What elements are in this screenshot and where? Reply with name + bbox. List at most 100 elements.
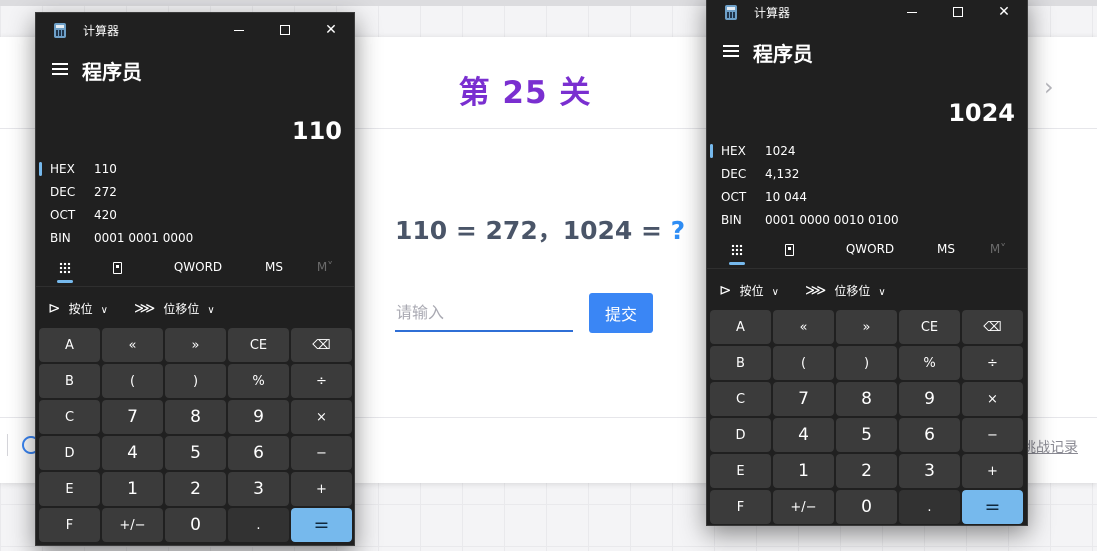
challenge-history-link[interactable]: 挑战记录	[1022, 437, 1078, 457]
radix-bin-row[interactable]: BIN 0001 0000 0010 0100	[707, 209, 1027, 232]
memory-list-button[interactable]: M˅	[310, 253, 340, 281]
key-add[interactable]: +	[962, 454, 1023, 488]
key-b[interactable]: B	[39, 364, 100, 398]
key-5[interactable]: 5	[165, 436, 226, 470]
key-open-paren[interactable]: (	[773, 346, 834, 380]
close-button[interactable]: ✕	[308, 13, 354, 47]
maximize-button[interactable]	[262, 13, 308, 47]
radix-hex-row[interactable]: HEX 110	[36, 158, 354, 181]
radix-value: 1024	[765, 144, 796, 158]
key-f[interactable]: F	[710, 490, 771, 524]
maximize-button[interactable]	[935, 0, 981, 29]
key-5[interactable]: 5	[836, 418, 897, 452]
key-9[interactable]: 9	[899, 382, 960, 416]
key-negate[interactable]: +/−	[773, 490, 834, 524]
key-subtract[interactable]: −	[962, 418, 1023, 452]
key-close-paren[interactable]: )	[165, 364, 226, 398]
answer-input[interactable]	[395, 294, 573, 332]
key-clear-entry[interactable]: CE	[228, 328, 289, 362]
key-d[interactable]: D	[710, 418, 771, 452]
key-divide[interactable]: ÷	[291, 364, 352, 398]
bit-shift-icon: ⋙	[805, 281, 827, 299]
key-backspace[interactable]: ⌫	[291, 328, 352, 362]
word-size-button[interactable]: QWORD	[168, 253, 228, 281]
radix-hex-row[interactable]: HEX 1024	[707, 140, 1027, 163]
next-level-chevron-icon[interactable]: ›	[1044, 75, 1064, 99]
key-c[interactable]: C	[39, 400, 100, 434]
key-a[interactable]: A	[710, 310, 771, 344]
tab-full-keypad[interactable]	[722, 235, 752, 265]
minimize-button[interactable]	[216, 13, 262, 47]
memory-list-button[interactable]: M˅	[983, 235, 1013, 263]
radix-label: HEX	[50, 162, 75, 176]
bitshift-dropdown[interactable]: ⋙ 位移位 ∨	[134, 293, 215, 323]
key-7[interactable]: 7	[102, 400, 163, 434]
title-bar[interactable]: 计算器 ✕	[36, 13, 354, 47]
radix-oct-row[interactable]: OCT 10 044	[707, 186, 1027, 209]
tab-bit-toggling[interactable]	[774, 235, 804, 263]
key-clear-entry[interactable]: CE	[899, 310, 960, 344]
key-d[interactable]: D	[39, 436, 100, 470]
key-f[interactable]: F	[39, 508, 100, 542]
key-shift-right[interactable]: »	[165, 328, 226, 362]
key-0[interactable]: 0	[836, 490, 897, 524]
key-3[interactable]: 3	[899, 454, 960, 488]
key-close-paren[interactable]: )	[836, 346, 897, 380]
word-size-button[interactable]: QWORD	[840, 235, 900, 263]
key-2[interactable]: 2	[165, 472, 226, 506]
key-add[interactable]: +	[291, 472, 352, 506]
key-a[interactable]: A	[39, 328, 100, 362]
radix-dec-row[interactable]: DEC 272	[36, 181, 354, 204]
key-4[interactable]: 4	[102, 436, 163, 470]
memory-store-button[interactable]: MS	[928, 235, 964, 263]
memory-store-button[interactable]: MS	[256, 253, 292, 281]
key-2[interactable]: 2	[836, 454, 897, 488]
key-3[interactable]: 3	[228, 472, 289, 506]
key-divide[interactable]: ÷	[962, 346, 1023, 380]
divider	[707, 268, 1027, 269]
bitshift-dropdown[interactable]: ⋙ 位移位 ∨	[805, 275, 886, 305]
key-c[interactable]: C	[710, 382, 771, 416]
key-backspace[interactable]: ⌫	[962, 310, 1023, 344]
key-6[interactable]: 6	[228, 436, 289, 470]
close-button[interactable]: ✕	[981, 0, 1027, 29]
key-9[interactable]: 9	[228, 400, 289, 434]
key-6[interactable]: 6	[899, 418, 960, 452]
key-8[interactable]: 8	[165, 400, 226, 434]
key-1[interactable]: 1	[773, 454, 834, 488]
key-equals[interactable]: =	[291, 508, 352, 542]
hamburger-menu-icon[interactable]	[52, 63, 68, 76]
key-shift-right[interactable]: »	[836, 310, 897, 344]
key-4[interactable]: 4	[773, 418, 834, 452]
submit-button[interactable]: 提交	[589, 293, 653, 333]
key-e[interactable]: E	[710, 454, 771, 488]
minimize-button[interactable]	[889, 0, 935, 29]
key-shift-left[interactable]: «	[102, 328, 163, 362]
key-modulo[interactable]: %	[228, 364, 289, 398]
radix-bin-row[interactable]: BIN 0001 0001 0000	[36, 227, 354, 250]
key-decimal[interactable]: .	[899, 490, 960, 524]
tab-full-keypad[interactable]	[50, 253, 80, 283]
key-shift-left[interactable]: «	[773, 310, 834, 344]
tab-bit-toggling[interactable]	[102, 253, 132, 281]
radix-dec-row[interactable]: DEC 4,132	[707, 163, 1027, 186]
key-equals[interactable]: =	[962, 490, 1023, 524]
radix-oct-row[interactable]: OCT 420	[36, 204, 354, 227]
key-decimal[interactable]: .	[228, 508, 289, 542]
hamburger-menu-icon[interactable]	[723, 45, 739, 58]
key-8[interactable]: 8	[836, 382, 897, 416]
key-1[interactable]: 1	[102, 472, 163, 506]
key-0[interactable]: 0	[165, 508, 226, 542]
key-negate[interactable]: +/−	[102, 508, 163, 542]
key-e[interactable]: E	[39, 472, 100, 506]
key-multiply[interactable]: ×	[291, 400, 352, 434]
bitwise-dropdown[interactable]: ⊳ 按位 ∨	[48, 293, 108, 323]
bitwise-dropdown[interactable]: ⊳ 按位 ∨	[719, 275, 779, 305]
key-modulo[interactable]: %	[899, 346, 960, 380]
key-7[interactable]: 7	[773, 382, 834, 416]
key-b[interactable]: B	[710, 346, 771, 380]
key-open-paren[interactable]: (	[102, 364, 163, 398]
title-bar[interactable]: 计算器 ✕	[707, 0, 1027, 29]
key-multiply[interactable]: ×	[962, 382, 1023, 416]
key-subtract[interactable]: −	[291, 436, 352, 470]
